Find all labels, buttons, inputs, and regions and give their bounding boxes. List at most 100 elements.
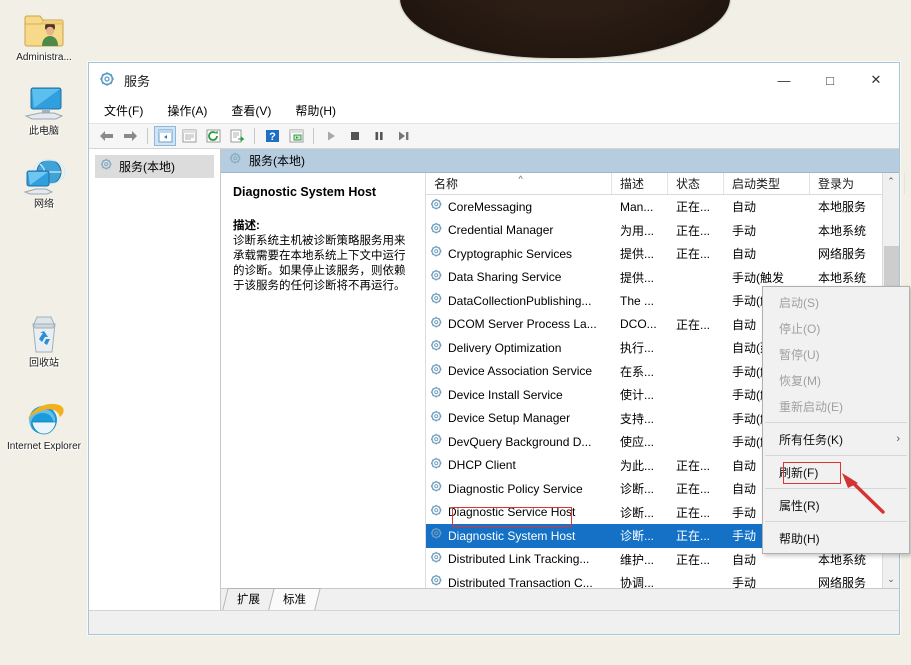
cell-description: 协调... bbox=[612, 574, 668, 588]
stop-service-icon[interactable] bbox=[344, 126, 366, 146]
tree-node-services-local[interactable]: 服务(本地) bbox=[95, 155, 214, 178]
service-gear-icon bbox=[430, 316, 444, 333]
help-icon[interactable]: ? bbox=[261, 126, 283, 146]
back-icon[interactable] bbox=[95, 126, 117, 146]
cell-service-name: Cryptographic Services bbox=[426, 245, 612, 262]
tree-node-label: 服务(本地) bbox=[119, 158, 175, 175]
close-button[interactable]: ✕ bbox=[853, 63, 899, 97]
desktop-icon-internet-explorer[interactable]: Internet Explorer bbox=[2, 395, 86, 452]
ctx-restart: 重新启动(E) bbox=[763, 393, 909, 419]
table-row[interactable]: Cryptographic Services提供...正在...自动网络服务 bbox=[426, 242, 899, 266]
cell-description: 执行... bbox=[612, 339, 668, 356]
recycle-bin-icon bbox=[2, 312, 86, 356]
cell-service-name: DevQuery Background D... bbox=[426, 433, 612, 450]
service-name-label: CoreMessaging bbox=[448, 200, 532, 214]
desktop-icon-this-pc[interactable]: 此电脑 bbox=[2, 80, 86, 137]
ctx-refresh[interactable]: 刷新(F) bbox=[763, 459, 909, 485]
toolbar: ? bbox=[89, 123, 899, 149]
cell-service-name: DataCollectionPublishing... bbox=[426, 292, 612, 309]
cell-description: 维护... bbox=[612, 551, 668, 568]
cell-status: 正在... bbox=[668, 527, 724, 544]
maximize-button[interactable]: □ bbox=[807, 63, 853, 97]
minimize-button[interactable]: — bbox=[761, 63, 807, 97]
menu-action[interactable]: 操作(A) bbox=[164, 100, 210, 121]
context-menu-item-label: 重新启动(E) bbox=[779, 398, 843, 415]
properties-icon[interactable] bbox=[178, 126, 200, 146]
cell-status: 正在... bbox=[668, 198, 724, 215]
cell-description: 为用... bbox=[612, 222, 668, 239]
user-folder-icon bbox=[2, 6, 86, 50]
ctx-help[interactable]: 帮助(H) bbox=[763, 525, 909, 551]
start-service-icon[interactable] bbox=[320, 126, 342, 146]
forward-icon[interactable] bbox=[119, 126, 141, 146]
service-name-label: Device Association Service bbox=[448, 364, 592, 378]
menu-view[interactable]: 查看(V) bbox=[228, 100, 274, 121]
cell-description: 为此... bbox=[612, 457, 668, 474]
cell-service-name: Diagnostic Policy Service bbox=[426, 480, 612, 497]
tab-extended[interactable]: 扩展 bbox=[222, 588, 274, 610]
menu-file[interactable]: 文件(F) bbox=[101, 100, 146, 121]
pane-header-label: 服务(本地) bbox=[249, 152, 305, 169]
desktop-icon-network[interactable]: 网络 bbox=[2, 153, 86, 210]
scroll-down-icon[interactable]: ⌄ bbox=[883, 571, 900, 588]
desktop-icon-label: 网络 bbox=[2, 199, 86, 210]
desktop-icon-label: Internet Explorer bbox=[2, 441, 86, 452]
column-header-description[interactable]: 描述 bbox=[612, 173, 668, 194]
description-label: 描述: bbox=[233, 217, 413, 233]
service-gear-icon bbox=[430, 433, 444, 450]
cell-description: 使计... bbox=[612, 386, 668, 403]
service-name-label: DevQuery Background D... bbox=[448, 435, 591, 449]
cell-status: 正在... bbox=[668, 551, 724, 568]
context-menu-item-label: 恢复(M) bbox=[779, 372, 821, 389]
context-menu-separator bbox=[765, 422, 907, 423]
desktop-icon-administrator[interactable]: Administra... bbox=[2, 6, 86, 63]
table-row[interactable]: Distributed Transaction C...协调...手动网络服务 bbox=[426, 571, 899, 588]
context-menu-item-label: 刷新(F) bbox=[779, 464, 818, 481]
context-menu-item-label: 帮助(H) bbox=[779, 530, 820, 547]
column-header-label: 启动类型 bbox=[732, 175, 780, 192]
cell-description: 支持... bbox=[612, 410, 668, 427]
service-description-panel: Diagnostic System Host 描述: 诊断系统主机被诊断策略服务… bbox=[221, 173, 426, 588]
console-tree-pane: 服务(本地) bbox=[89, 149, 221, 610]
table-row[interactable]: CoreMessagingMan...正在...自动本地服务 bbox=[426, 195, 899, 219]
svg-text:?: ? bbox=[269, 131, 276, 143]
toolbar-separator bbox=[313, 128, 314, 144]
export-list-icon[interactable] bbox=[226, 126, 248, 146]
cell-service-name: DCOM Server Process La... bbox=[426, 316, 612, 333]
cell-service-name: Delivery Optimization bbox=[426, 339, 612, 356]
desktop-icon-recycle-bin[interactable]: 回收站 bbox=[2, 312, 86, 369]
pause-service-icon[interactable] bbox=[368, 126, 390, 146]
service-gear-icon bbox=[430, 527, 444, 544]
ctx-properties[interactable]: 属性(R) bbox=[763, 492, 909, 518]
show-hide-tree-icon[interactable] bbox=[154, 126, 176, 146]
service-gear-icon bbox=[430, 292, 444, 309]
service-gear-icon bbox=[430, 363, 444, 380]
column-header-label: 状态 bbox=[676, 175, 700, 192]
column-header-status[interactable]: 状态 bbox=[668, 173, 724, 194]
refresh-icon[interactable] bbox=[202, 126, 224, 146]
column-header-label: 登录为 bbox=[818, 175, 854, 192]
column-header-startup-type[interactable]: 启动类型 bbox=[724, 173, 810, 194]
show-console-tree-icon[interactable] bbox=[285, 126, 307, 146]
table-row[interactable]: Credential Manager为用...正在...手动本地系统 bbox=[426, 219, 899, 243]
ctx-pause: 暂停(U) bbox=[763, 341, 909, 367]
cell-service-name: Diagnostic Service Host bbox=[426, 504, 612, 521]
service-gear-icon bbox=[430, 222, 444, 239]
service-name-label: Diagnostic System Host bbox=[448, 529, 575, 543]
ctx-all-tasks[interactable]: 所有任务(K)› bbox=[763, 426, 909, 452]
context-menu-item-label: 停止(O) bbox=[779, 320, 820, 337]
cell-description: The ... bbox=[612, 294, 668, 308]
cell-service-name: Data Sharing Service bbox=[426, 269, 612, 286]
cell-description: 提供... bbox=[612, 269, 668, 286]
cell-description: 使应... bbox=[612, 433, 668, 450]
column-header-name[interactable]: 名称 ^ bbox=[426, 173, 612, 194]
service-name-label: Credential Manager bbox=[448, 223, 553, 237]
menu-help[interactable]: 帮助(H) bbox=[292, 100, 339, 121]
restart-service-icon[interactable] bbox=[392, 126, 414, 146]
context-menu-item-label: 启动(S) bbox=[779, 294, 819, 311]
service-gear-icon bbox=[430, 245, 444, 262]
cell-status: 正在... bbox=[668, 457, 724, 474]
tab-standard[interactable]: 标准 bbox=[268, 588, 320, 610]
scroll-up-icon[interactable]: ⌃ bbox=[883, 173, 900, 190]
ctx-resume: 恢复(M) bbox=[763, 367, 909, 393]
